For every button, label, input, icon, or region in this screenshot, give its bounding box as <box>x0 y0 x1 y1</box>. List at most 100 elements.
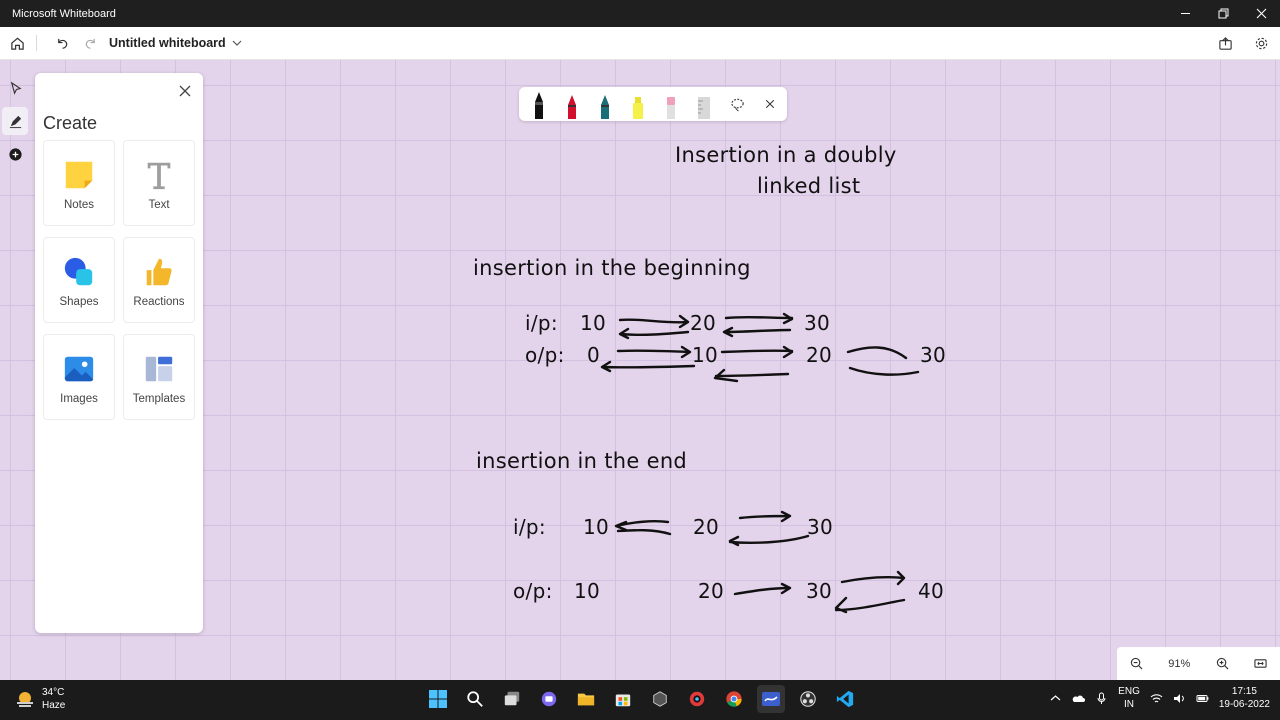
lasso-select-button[interactable] <box>725 92 749 116</box>
taskbar: 34°C Haze ENG IN 17:15 19-06-2022 <box>0 680 1280 720</box>
zoom-out-icon[interactable] <box>1130 657 1143 670</box>
task-view-button[interactable] <box>498 685 526 713</box>
minimize-icon <box>1180 13 1190 14</box>
taskbar-apps <box>424 685 859 713</box>
board-title-dropdown[interactable]: Untitled whiteboard <box>109 36 242 50</box>
create-shapes-tile[interactable]: Shapes <box>43 237 115 323</box>
region-code: IN <box>1124 699 1134 710</box>
close-icon[interactable] <box>177 83 193 99</box>
close-window-button[interactable] <box>1242 0 1280 27</box>
chevron-up-icon[interactable] <box>1049 692 1062 705</box>
create-notes-tile[interactable]: Notes <box>43 140 115 226</box>
chevron-down-icon <box>232 40 242 46</box>
language-indicator[interactable]: ENG IN <box>1118 685 1140 711</box>
app-button[interactable] <box>646 685 674 713</box>
section2-op-label: o/p: <box>513 579 553 603</box>
zoom-level[interactable]: 91% <box>1168 658 1190 670</box>
weather-haze-icon <box>17 692 33 707</box>
file-explorer-button[interactable] <box>572 685 600 713</box>
microphone-icon[interactable] <box>1095 692 1108 705</box>
share-button[interactable] <box>1214 32 1236 54</box>
undo-button[interactable] <box>51 32 73 54</box>
section1-ip-value: 20 <box>690 311 717 335</box>
chrome-icon <box>726 691 742 707</box>
board-heading-line1: Insertion in a doubly <box>675 143 897 167</box>
ruler[interactable] <box>692 89 716 119</box>
section1-op-value: 30 <box>920 343 947 367</box>
teams-chat-button[interactable] <box>535 685 563 713</box>
eraser-icon <box>667 97 675 119</box>
share-icon <box>1218 36 1232 50</box>
create-images-tile[interactable]: Images <box>43 334 115 420</box>
tile-label: Images <box>60 393 98 405</box>
pen-black-icon <box>535 92 543 119</box>
image-icon <box>61 351 97 387</box>
left-tool-rail <box>2 74 32 170</box>
pen-icon <box>9 115 21 128</box>
redo-button[interactable] <box>79 32 101 54</box>
fit-to-screen-icon[interactable] <box>1254 657 1267 670</box>
window-title: Microsoft Whiteboard <box>12 7 116 20</box>
volume-icon[interactable] <box>1173 692 1186 705</box>
wifi-icon[interactable] <box>1150 692 1163 705</box>
create-panel: Create Notes Text Shapes Reactions Image… <box>35 73 203 633</box>
section2-ip-value: 10 <box>583 515 610 539</box>
pen-tool-button[interactable] <box>2 107 28 135</box>
section2-op-value: 10 <box>574 579 601 603</box>
tile-label: Notes <box>63 199 95 211</box>
eraser[interactable] <box>659 89 683 119</box>
create-reactions-tile[interactable]: Reactions <box>123 237 195 323</box>
zoom-in-icon[interactable] <box>1216 657 1229 670</box>
close-pen-tray-button[interactable] <box>758 92 782 116</box>
search-button[interactable] <box>461 685 489 713</box>
close-icon <box>765 99 775 109</box>
pen-teal-icon <box>601 95 609 119</box>
add-circle-icon <box>8 147 22 161</box>
minimize-button[interactable] <box>1166 0 1204 27</box>
select-tool-button[interactable] <box>2 74 28 102</box>
store-icon <box>615 694 631 707</box>
section1-ip-value: 30 <box>804 311 831 335</box>
time: 17:15 <box>1231 686 1257 697</box>
tile-label: Shapes <box>59 296 99 308</box>
store-button[interactable] <box>609 685 637 713</box>
onedrive-icon[interactable] <box>1072 692 1086 705</box>
highlighter-yellow[interactable] <box>626 89 650 119</box>
start-button[interactable] <box>424 685 452 713</box>
section2-ip-label: i/p: <box>513 515 546 539</box>
folder-icon <box>577 693 595 706</box>
section2-ip-value: 30 <box>807 515 834 539</box>
chrome-button[interactable] <box>720 685 748 713</box>
shapes-icon <box>61 254 97 290</box>
section2-ip-value: 20 <box>693 515 720 539</box>
settings-button[interactable] <box>1250 32 1272 54</box>
vscode-button[interactable] <box>831 685 859 713</box>
create-button[interactable] <box>2 140 28 168</box>
zoom-control: 91% <box>1117 647 1280 680</box>
section1-ip-label: i/p: <box>525 311 558 335</box>
panel-title: Create <box>43 113 98 133</box>
section2-op-value: 20 <box>698 579 725 603</box>
pen-black[interactable] <box>527 89 551 119</box>
app-button[interactable] <box>683 685 711 713</box>
create-text-tile[interactable]: Text <box>123 140 195 226</box>
highlighter-icon <box>633 97 643 119</box>
obs-button[interactable] <box>794 685 822 713</box>
colorful-app-icon <box>689 691 705 707</box>
clock[interactable]: 17:15 19-06-2022 <box>1219 685 1270 711</box>
undo-icon <box>57 38 67 49</box>
board-title: Untitled whiteboard <box>109 36 226 50</box>
section2-op-value: 30 <box>806 579 833 603</box>
create-templates-tile[interactable]: Templates <box>123 334 195 420</box>
home-button[interactable] <box>6 32 28 54</box>
weather-widget[interactable]: 34°C Haze <box>14 686 65 712</box>
gear-icon <box>1255 37 1267 49</box>
pen-red[interactable] <box>560 89 584 119</box>
vscode-icon <box>836 690 854 708</box>
whiteboard-app-button[interactable] <box>757 685 785 713</box>
section1-op-value: 20 <box>806 343 833 367</box>
pen-teal[interactable] <box>593 89 617 119</box>
battery-icon[interactable] <box>1196 692 1209 705</box>
maximize-button[interactable] <box>1204 0 1242 27</box>
section2-op-value: 40 <box>918 579 945 603</box>
